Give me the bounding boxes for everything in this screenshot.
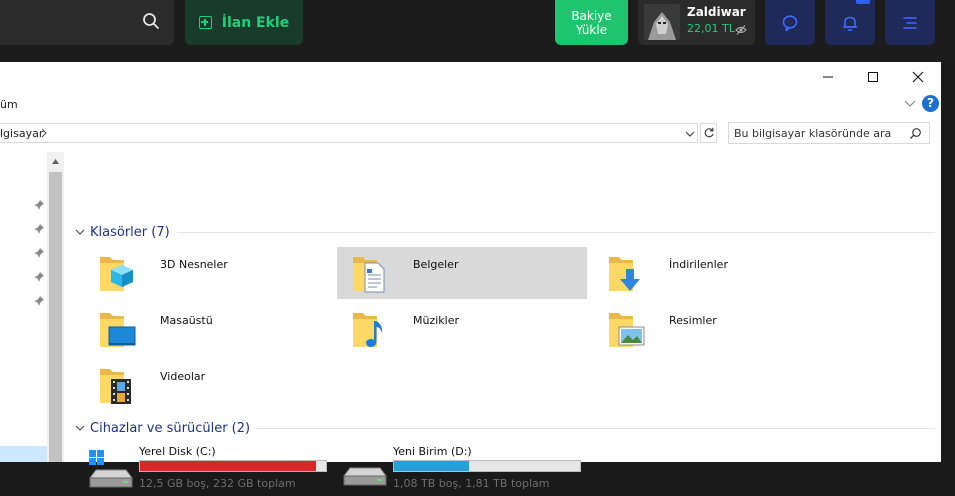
menu-button[interactable] bbox=[885, 0, 935, 45]
documents-folder-icon bbox=[353, 257, 385, 293]
folder-tile-music[interactable]: Müzikler bbox=[337, 303, 587, 355]
drive-usage-fill bbox=[394, 461, 469, 471]
notifications-button[interactable] bbox=[825, 0, 875, 45]
folder-label: Müzikler bbox=[413, 314, 460, 327]
search-icon[interactable] bbox=[141, 11, 161, 31]
folder-label: Belgeler bbox=[413, 258, 459, 271]
folders-group-header[interactable]: Klasörler (7) bbox=[74, 222, 170, 242]
folder-tile-pictures[interactable]: Resimler bbox=[593, 303, 843, 355]
maximize-icon bbox=[868, 72, 878, 82]
drive-name: Yerel Disk (C:) bbox=[139, 445, 216, 458]
load-balance-label-1: Bakiye bbox=[571, 8, 612, 23]
drive-tile-c[interactable]: Yerel Disk (C:) 12,5 GB boş, 232 GB topl… bbox=[88, 442, 348, 496]
navigation-pane bbox=[0, 152, 47, 462]
pin-icon[interactable] bbox=[33, 223, 45, 235]
drive-tile-d[interactable]: Yeni Birim (D:) 1,08 TB boş, 1,81 TB top… bbox=[342, 442, 602, 496]
hamburger-menu-icon bbox=[903, 16, 917, 29]
address-path[interactable]: lgisayar bbox=[0, 127, 43, 140]
refresh-button[interactable] bbox=[700, 123, 717, 143]
folder-label: Resimler bbox=[669, 314, 717, 327]
ribbon-bar: üm ? bbox=[0, 92, 941, 116]
background-strip bbox=[941, 62, 955, 462]
close-icon bbox=[912, 71, 924, 83]
folder-tile-downloads[interactable]: İndirilenler bbox=[593, 247, 843, 299]
chevron-down-icon bbox=[75, 425, 85, 431]
load-balance-label-2: Yükle bbox=[575, 22, 608, 37]
folders-group-title: Klasörler (7) bbox=[90, 224, 170, 240]
site-search-box[interactable] bbox=[0, 0, 174, 45]
folder-label: İndirilenler bbox=[669, 258, 728, 271]
pin-icon[interactable] bbox=[33, 199, 45, 211]
3d-objects-folder-icon bbox=[100, 257, 133, 291]
pictures-folder-icon bbox=[609, 313, 645, 347]
user-balance: 22,01 TL bbox=[687, 22, 735, 35]
messages-button[interactable] bbox=[765, 0, 815, 45]
plus-square-icon bbox=[198, 16, 212, 29]
user-name: Zaldiwar bbox=[687, 5, 746, 19]
address-dropdown-icon[interactable] bbox=[684, 128, 696, 140]
maximize-button[interactable] bbox=[860, 66, 886, 88]
folder-tile-desktop[interactable]: Masaüstü bbox=[84, 303, 334, 355]
eye-off-icon[interactable] bbox=[735, 24, 747, 36]
folder-tile-videos[interactable]: Videolar bbox=[84, 359, 334, 411]
group-divider bbox=[177, 232, 935, 233]
drives-group-title: Cihazlar ve sürücüler (2) bbox=[90, 420, 251, 436]
folder-label: Videolar bbox=[160, 370, 206, 383]
desktop-folder-icon bbox=[100, 313, 136, 347]
user-profile[interactable]: Zaldiwar 22,01 TL bbox=[638, 0, 755, 45]
help-icon[interactable]: ? bbox=[922, 95, 939, 112]
address-bar[interactable]: lgisayar bbox=[0, 123, 698, 143]
add-listing-label: İlan Ekle bbox=[221, 14, 290, 31]
content-pane: Klasörler (7) 3D Nesneler Belgeler İndir… bbox=[64, 152, 941, 490]
title-bar bbox=[0, 62, 941, 92]
drives-group-header[interactable]: Cihazlar ve sürücüler (2) bbox=[74, 418, 250, 438]
avatar-image bbox=[644, 4, 680, 40]
downloads-folder-icon bbox=[609, 257, 640, 291]
scroll-thumb[interactable] bbox=[49, 172, 62, 462]
videos-folder-icon bbox=[100, 369, 131, 404]
windows-drive-icon bbox=[89, 450, 133, 488]
search-icon[interactable] bbox=[909, 127, 922, 140]
drive-capacity-info: 12,5 GB boş, 232 GB toplam bbox=[139, 477, 296, 490]
ribbon-tab-view[interactable]: üm bbox=[0, 98, 18, 111]
nav-item-selected[interactable] bbox=[0, 446, 47, 462]
drive-capacity-info: 1,08 TB boş, 1,81 TB toplam bbox=[393, 477, 550, 490]
nav-scrollbar[interactable] bbox=[47, 152, 64, 462]
ribbon-expand-chevron-icon[interactable] bbox=[903, 96, 917, 110]
chevron-down-icon bbox=[75, 229, 85, 235]
folder-label: Masaüstü bbox=[160, 314, 213, 327]
folder-tile-documents[interactable]: Belgeler bbox=[337, 247, 587, 299]
folder-tile-3d-objects[interactable]: 3D Nesneler bbox=[84, 247, 334, 299]
group-divider bbox=[255, 428, 935, 429]
minimize-button[interactable] bbox=[815, 66, 841, 88]
load-balance-button[interactable]: Bakiye Yükle bbox=[555, 0, 628, 45]
file-explorer-window: üm ? lgisayar Bu bilgisayar klasöründe a… bbox=[0, 62, 941, 490]
folder-label: 3D Nesneler bbox=[160, 258, 228, 271]
breadcrumb-chevron-icon[interactable] bbox=[40, 128, 48, 138]
pin-icon[interactable] bbox=[33, 271, 45, 283]
site-header: İlan Ekle Bakiye Yükle Zaldiwar 22,01 TL bbox=[0, 0, 955, 62]
bell-icon bbox=[842, 16, 858, 31]
hard-drive-icon bbox=[343, 467, 387, 486]
folder-search-field[interactable] bbox=[728, 122, 930, 144]
folder-search-input[interactable] bbox=[729, 123, 906, 143]
pin-icon[interactable] bbox=[33, 247, 45, 259]
drive-usage-fill bbox=[140, 461, 316, 471]
refresh-icon bbox=[704, 127, 714, 138]
pin-icon[interactable] bbox=[33, 295, 45, 307]
music-folder-icon bbox=[353, 313, 383, 347]
add-listing-button[interactable]: İlan Ekle bbox=[185, 0, 303, 45]
chat-bubble-icon bbox=[782, 14, 798, 31]
notification-badge bbox=[856, 0, 870, 4]
avatar[interactable] bbox=[644, 4, 680, 40]
close-button[interactable] bbox=[905, 66, 931, 88]
minimize-icon bbox=[823, 76, 833, 78]
scroll-up-arrow-icon[interactable] bbox=[51, 157, 60, 166]
drive-name: Yeni Birim (D:) bbox=[393, 445, 472, 458]
